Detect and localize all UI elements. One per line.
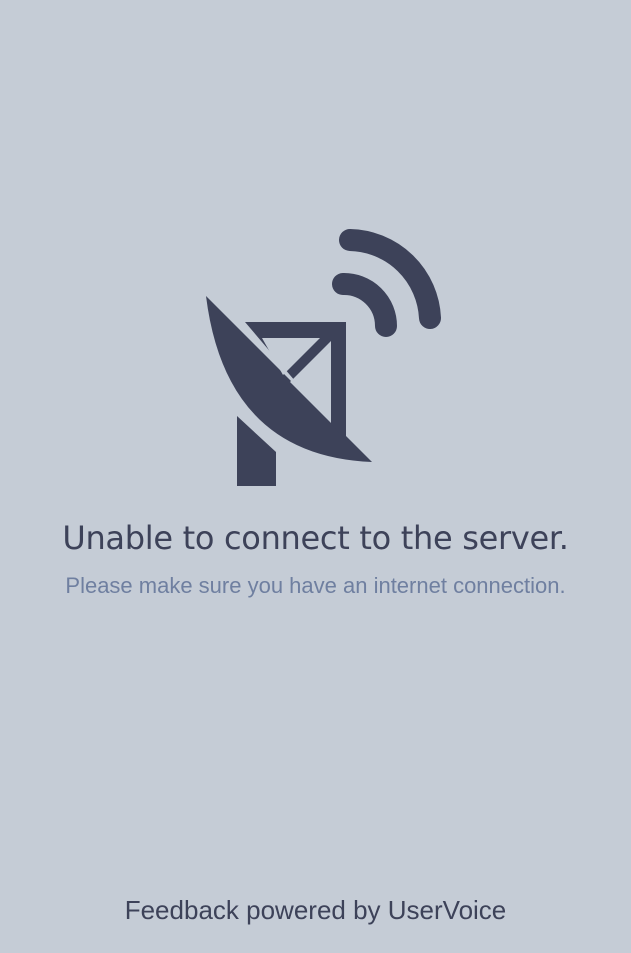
connection-error-screen: Unable to connect to the server. Please …: [0, 0, 631, 953]
satellite-dish-icon: [200, 226, 450, 490]
error-title: Unable to connect to the server.: [62, 519, 569, 557]
uservoice-footer-link[interactable]: Feedback powered by UserVoice: [0, 892, 631, 928]
error-message: Please make sure you have an internet co…: [65, 573, 566, 598]
